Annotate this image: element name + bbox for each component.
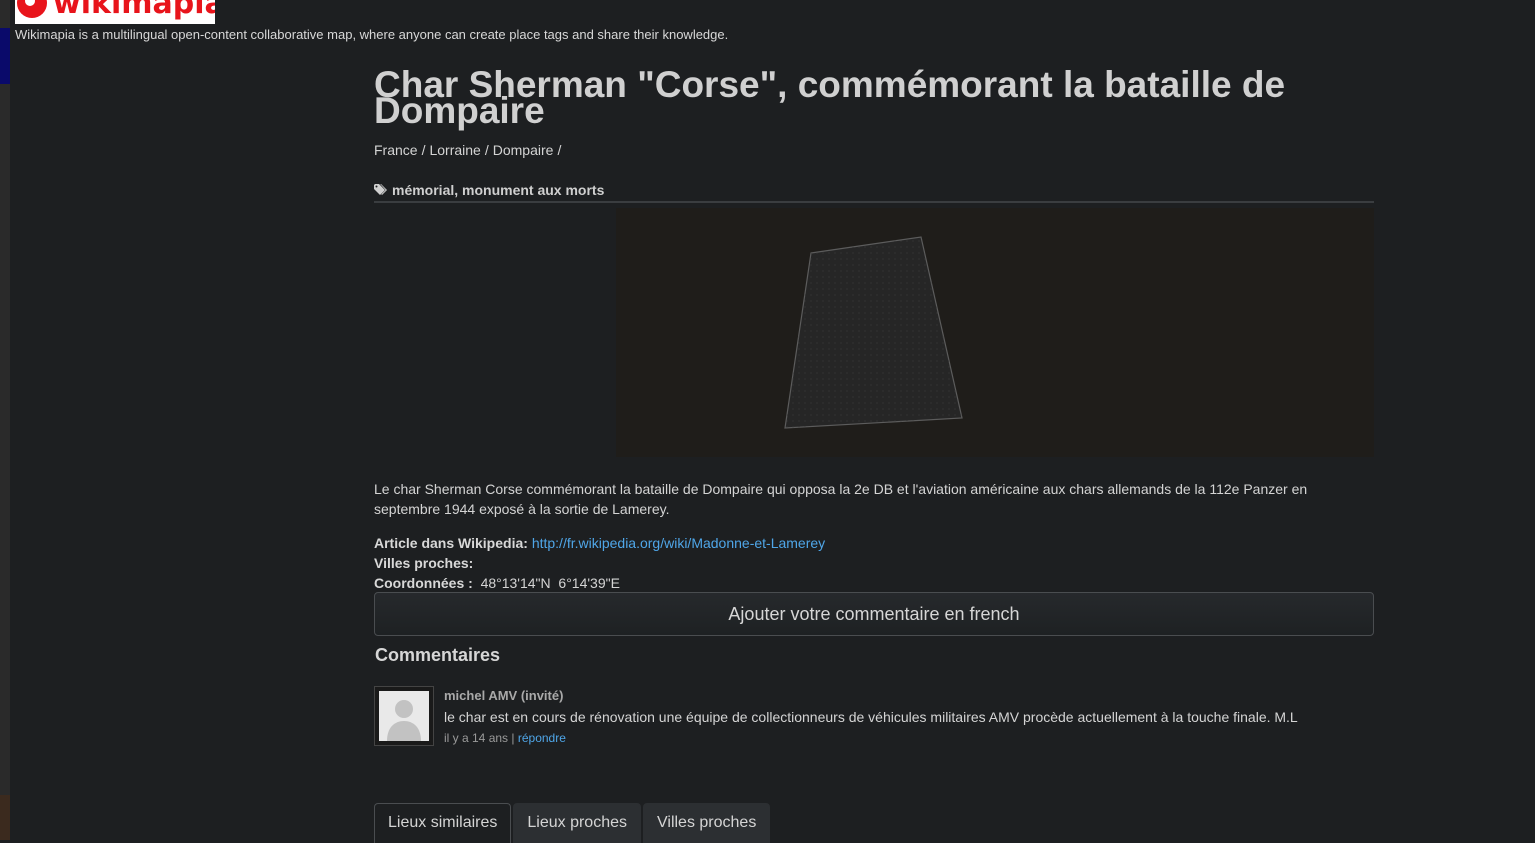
avatar-placeholder-icon <box>379 691 429 741</box>
comment-body: michel AMV (invité) le char est en cours… <box>444 686 1298 745</box>
tab-nearby-cities[interactable]: Villes proches <box>643 803 771 843</box>
coordinates-lat: 48°13'14"N <box>480 575 551 591</box>
wikipedia-link[interactable]: http://fr.wikipedia.org/wiki/Madonne-et-… <box>532 535 825 551</box>
coordinates-label: Coordonnées : <box>374 575 473 591</box>
place-title: Char Sherman "Corse", commémorant la bat… <box>374 64 1286 131</box>
place-description: Le char Sherman Corse commémorant la bat… <box>374 481 1308 517</box>
site-tagline: Wikimapia is a multilingual open-content… <box>15 27 729 42</box>
reply-link[interactable]: répondre <box>518 731 566 745</box>
left-edge-strip <box>0 0 10 840</box>
logo-mark-icon <box>17 0 47 18</box>
left-edge-brown-block <box>0 795 10 840</box>
wikipedia-row: Article dans Wikipedia: http://fr.wikipe… <box>374 533 825 553</box>
breadcrumb-item-country[interactable]: France <box>374 142 418 158</box>
place-content: Char Sherman "Corse", commémorant la bat… <box>374 64 1374 843</box>
coordinates-row: Coordonnées : 48°13'14"N 6°14'39"E <box>374 573 825 593</box>
breadcrumb: France / Lorraine / Dompaire / <box>374 142 1374 158</box>
breadcrumb-separator: / <box>557 142 562 158</box>
tags-icon <box>374 184 387 195</box>
breadcrumb-separator: / <box>421 142 426 158</box>
category-tags-text[interactable]: mémorial, monument aux morts <box>392 182 604 198</box>
place-polygon-outline <box>784 236 963 429</box>
left-edge-blue-block <box>0 28 10 84</box>
nearby-cities-row: Villes proches: <box>374 553 825 573</box>
place-map-preview[interactable] <box>616 208 1374 457</box>
breadcrumb-item-region[interactable]: Lorraine <box>429 142 480 158</box>
wikimapia-logo[interactable]: wikimapia <box>15 0 215 24</box>
breadcrumb-item-town[interactable]: Dompaire <box>493 142 554 158</box>
logo-wordmark: wikimapia <box>53 0 215 21</box>
category-tags: mémorial, monument aux morts <box>374 182 1374 203</box>
comment-time: il y a 14 ans <box>444 731 509 745</box>
add-comment-button[interactable]: Ajouter votre commentaire en french <box>374 592 1374 636</box>
comment-meta: il y a 14 ans | répondre <box>444 731 566 745</box>
place-info: Article dans Wikipedia: http://fr.wikipe… <box>374 533 825 593</box>
breadcrumb-separator: / <box>484 142 489 158</box>
related-places-tabs: Lieux similaires Lieux proches Villes pr… <box>374 803 771 843</box>
comment-text: le char est en cours de rénovation une é… <box>444 709 1298 725</box>
comments-heading: Commentaires <box>375 645 501 665</box>
comment-author: michel AMV (invité) <box>444 688 564 703</box>
avatar[interactable] <box>374 686 434 746</box>
wikipedia-label: Article dans Wikipedia: <box>374 535 528 551</box>
nearby-cities-label: Villes proches: <box>374 555 474 571</box>
coordinates-lon: 6°14'39"E <box>558 575 620 591</box>
tab-nearby-places[interactable]: Lieux proches <box>513 803 641 843</box>
tab-similar-places[interactable]: Lieux similaires <box>374 803 512 843</box>
